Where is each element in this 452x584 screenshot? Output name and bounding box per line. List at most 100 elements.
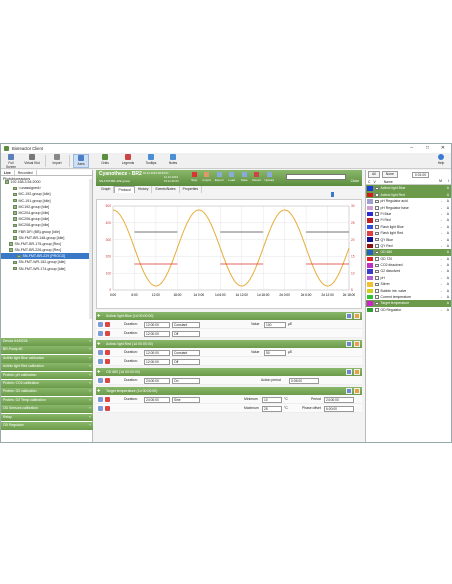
channel-visible-checkbox[interactable]	[375, 218, 379, 223]
step-add-icon[interactable]	[98, 321, 103, 327]
channel-visible-checkbox[interactable]	[375, 212, 379, 216]
config-panel-header[interactable]: Probes: O2 calibration «	[1, 388, 93, 397]
channel-visible-checkbox[interactable]	[375, 244, 379, 248]
settings-icon[interactable]	[354, 388, 360, 394]
duration-field[interactable]: 12:00:00	[144, 349, 170, 356]
step-delete-icon[interactable]	[105, 330, 110, 336]
channel-color-swatch[interactable]	[367, 263, 373, 268]
channel-visible-checkbox[interactable]	[375, 231, 379, 236]
close-button[interactable]: Close	[351, 179, 359, 183]
tab-history[interactable]: History	[135, 186, 153, 193]
import-button[interactable]: Import	[49, 154, 65, 168]
phase-offset-field[interactable]: 6:00:00	[324, 405, 354, 412]
step-delete-icon[interactable]	[105, 377, 110, 383]
tab-recorded[interactable]: Recorded	[15, 170, 37, 175]
channel-visible-checkbox[interactable]	[375, 206, 379, 210]
revert-button[interactable]: Revert	[251, 172, 264, 182]
mode-select[interactable]: Constant	[172, 349, 200, 356]
edit-icon[interactable]	[346, 369, 352, 375]
step-add-icon[interactable]	[98, 330, 103, 336]
config-panel-header[interactable]: OD Sensors calibration «	[1, 405, 93, 413]
settings-icon[interactable]	[354, 313, 360, 319]
duration-field[interactable]: 24:00:00	[144, 396, 170, 403]
channel-color-swatch[interactable]	[367, 205, 373, 210]
protocol-section-header[interactable]: Actinic light Red (1d 00:00:00) ✚	[96, 340, 362, 348]
full-screen-button[interactable]: Full Screen	[3, 154, 19, 169]
grids-button[interactable]: Grids	[97, 154, 113, 168]
channel-visible-checkbox[interactable]	[375, 282, 379, 287]
upload-button[interactable]: Upload	[263, 172, 276, 182]
value-field[interactable]: 100	[264, 321, 286, 328]
channel-visible-checkbox[interactable]	[375, 199, 379, 204]
channel-color-swatch[interactable]	[367, 275, 373, 281]
export-button[interactable]: Export	[213, 172, 226, 182]
channel-color-swatch[interactable]	[367, 199, 373, 204]
config-panel-header[interactable]: Device #449226 «	[1, 338, 93, 346]
channel-color-swatch[interactable]	[367, 256, 373, 262]
channel-item[interactable]: OD Regulator - A	[366, 307, 451, 313]
duration-field[interactable]: 12:00:00	[144, 330, 170, 337]
channel-color-swatch[interactable]	[367, 301, 373, 306]
step-delete-icon[interactable]	[105, 405, 110, 411]
protocol-section-header[interactable]: Target temperature (1d 00:00:00) ✚	[96, 387, 362, 395]
load-button[interactable]: Load	[226, 172, 239, 182]
save-button[interactable]: Save	[238, 172, 251, 182]
edit-icon[interactable]	[346, 388, 352, 394]
mode-select[interactable]: Off	[172, 358, 200, 365]
channel-visible-checkbox[interactable]	[375, 295, 379, 299]
step-delete-icon[interactable]	[105, 321, 110, 327]
channel-visible-checkbox[interactable]	[375, 276, 379, 280]
stop-button[interactable]: Stop	[188, 172, 201, 182]
protocol-select[interactable]	[286, 174, 346, 180]
channel-color-swatch[interactable]	[367, 269, 373, 274]
channel-color-swatch[interactable]	[367, 237, 373, 242]
channel-visible-checkbox[interactable]	[375, 225, 379, 229]
channel-color-swatch[interactable]	[367, 307, 373, 313]
add-icon[interactable]: ✚	[97, 387, 100, 395]
channel-visible-checkbox[interactable]	[375, 289, 379, 293]
channel-color-swatch[interactable]	[367, 294, 373, 300]
step-add-icon[interactable]	[98, 396, 103, 402]
duration-field[interactable]: 24:00:00	[144, 377, 170, 384]
maximize-icon[interactable]: □	[426, 145, 429, 151]
maximum-field[interactable]: 25	[262, 405, 282, 412]
channel-color-swatch[interactable]	[367, 186, 373, 191]
channel-color-swatch[interactable]	[367, 231, 373, 236]
tab-events-notes[interactable]: Events/Notes	[152, 186, 180, 193]
period-field[interactable]: 24:00:00	[324, 396, 354, 403]
config-panel-header[interactable]: BR-Pump #0 «	[1, 346, 93, 355]
channel-color-swatch[interactable]	[367, 192, 373, 198]
channel-visible-checkbox[interactable]	[375, 193, 379, 197]
step-add-icon[interactable]	[98, 349, 103, 355]
tab-properties[interactable]: Properties	[180, 186, 203, 193]
add-icon[interactable]: ✚	[97, 312, 100, 320]
legends-button[interactable]: Legends	[119, 154, 137, 168]
channel-visible-checkbox[interactable]	[375, 308, 379, 312]
duration-field[interactable]: 12:00:00	[144, 321, 170, 328]
channel-visible-checkbox[interactable]	[375, 257, 379, 261]
value-field[interactable]: 50	[264, 349, 286, 356]
mode-select[interactable]: On	[172, 377, 200, 384]
add-icon[interactable]: ✚	[97, 340, 100, 348]
channel-visible-checkbox[interactable]	[375, 250, 379, 255]
minimize-icon[interactable]: –	[410, 145, 413, 151]
help-button[interactable]: Help	[433, 154, 449, 168]
close-icon[interactable]: ✕	[441, 145, 445, 151]
edit-icon[interactable]	[346, 313, 352, 319]
config-panel-header[interactable]: Actinic light Red calibration «	[1, 363, 93, 371]
time-slider-handle[interactable]	[331, 192, 334, 197]
tooltips-button[interactable]: Tooltips	[142, 154, 160, 168]
channel-color-swatch[interactable]	[367, 211, 373, 217]
config-panel-header[interactable]: OD Regulator «	[1, 421, 93, 430]
tab-protocol[interactable]: Protocol	[114, 186, 135, 193]
step-delete-icon[interactable]	[105, 396, 110, 402]
channel-color-swatch[interactable]	[367, 218, 373, 223]
channel-color-swatch[interactable]	[367, 243, 373, 249]
duration-field[interactable]: 12:00:00	[144, 358, 170, 365]
channel-color-swatch[interactable]	[367, 282, 373, 287]
step-delete-icon[interactable]	[105, 358, 110, 364]
add-icon[interactable]: ✚	[97, 368, 100, 376]
step-add-icon[interactable]	[98, 358, 103, 364]
edit-icon[interactable]	[346, 341, 352, 347]
protocol-section-header[interactable]: Actinic light Blue (1d 00:00:00) ✚	[96, 312, 362, 320]
